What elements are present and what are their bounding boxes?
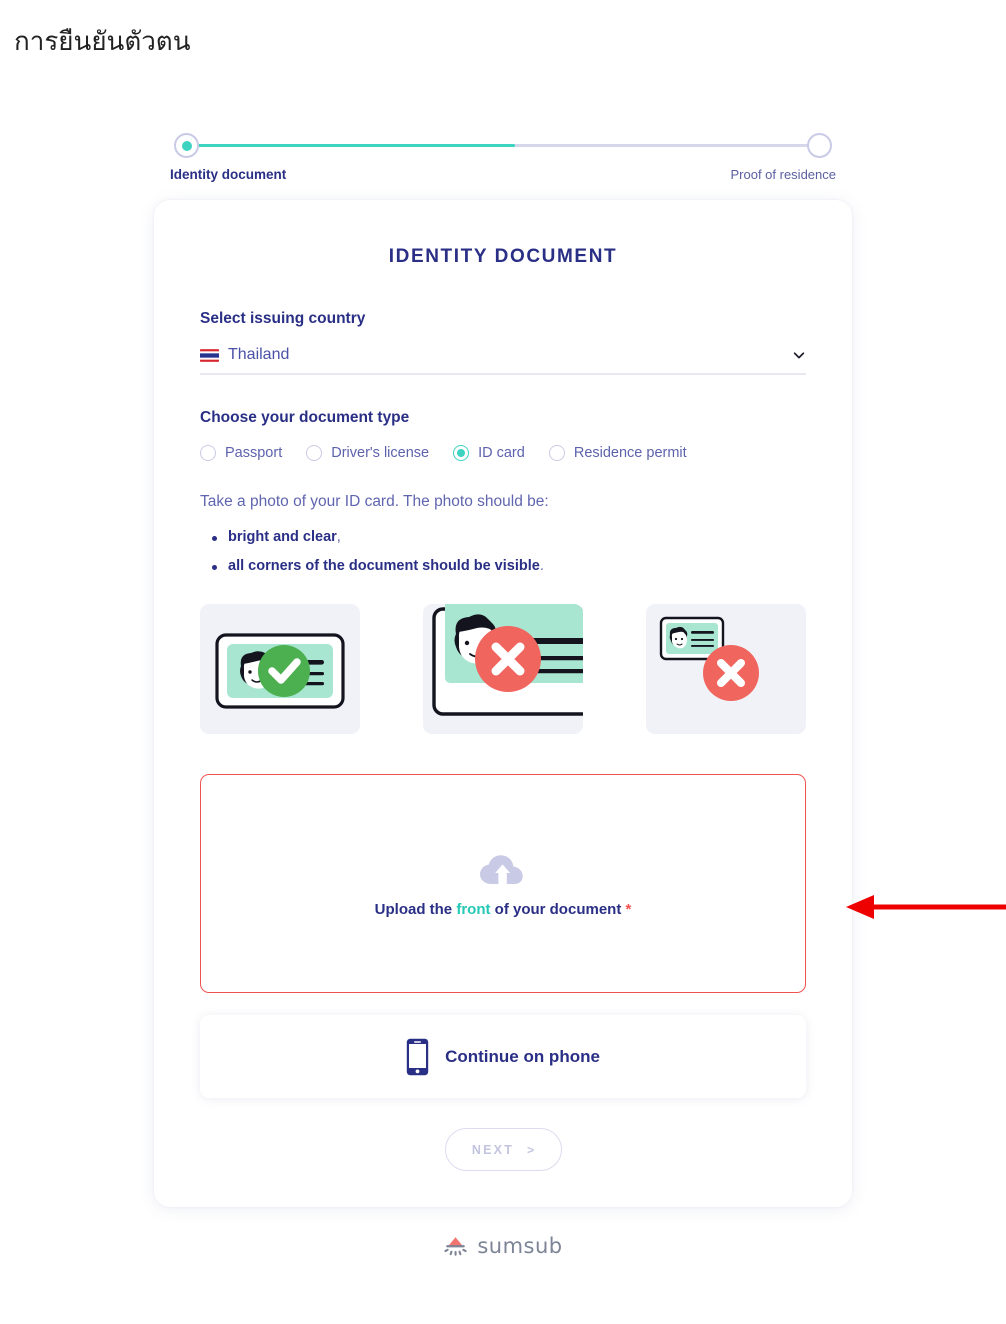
bad-cropped-illustration bbox=[432, 604, 583, 716]
radio-option-passport[interactable]: Passport bbox=[200, 445, 282, 461]
radio-mark-residence-permit bbox=[548, 445, 565, 461]
radio-label-id-card: ID card bbox=[478, 445, 525, 461]
required-asterisk: * bbox=[625, 900, 632, 918]
thailand-flag-icon bbox=[200, 348, 219, 362]
sumsub-footer: sumsub bbox=[0, 1234, 1006, 1258]
step-indicator-identity-document[interactable] bbox=[174, 133, 199, 158]
identity-document-card: IDENTITY DOCUMENT Select issuing country… bbox=[154, 200, 852, 1207]
continue-on-phone-button[interactable]: Continue on phone bbox=[200, 1015, 806, 1098]
radio-label-passport: Passport bbox=[225, 445, 283, 461]
verification-widget: Identity document Proof of residence IDE… bbox=[0, 110, 1006, 1258]
chevron-down-icon bbox=[793, 352, 805, 359]
bad-example-too-small-id-card bbox=[646, 604, 806, 734]
good-example-illustration bbox=[215, 633, 345, 709]
next-caret-icon: > bbox=[527, 1142, 535, 1157]
step-label-identity-document: Identity document bbox=[170, 167, 287, 182]
step-label-proof-of-residence: Proof of residence bbox=[730, 167, 836, 182]
photo-instruction-intro: Take a photo of your ID card. The photo … bbox=[200, 493, 549, 510]
upload-text-after: of your document bbox=[490, 900, 626, 918]
list-item: bright and clear, bbox=[210, 529, 806, 545]
bullet-bold-text: all corners of the document should be vi… bbox=[228, 558, 540, 574]
issuing-country-value: Thailand bbox=[228, 346, 290, 363]
page-title: การยืนยันตัวตน bbox=[14, 27, 191, 57]
bullet-bold-text: bright and clear bbox=[228, 529, 337, 545]
sumsub-logo-icon bbox=[444, 1236, 467, 1256]
bad-too-small-illustration bbox=[659, 616, 759, 701]
good-example-id-card bbox=[200, 604, 360, 734]
sumsub-logo-text: sumsub bbox=[477, 1234, 563, 1258]
screenshot-root: การยืนยันตัวตน Identity document Proof o… bbox=[0, 0, 1006, 1324]
cloud-upload-icon bbox=[480, 854, 523, 886]
radio-label-drivers-license: Driver's license bbox=[331, 445, 430, 461]
bad-example-cropped-id-card bbox=[423, 604, 583, 734]
stepper-track-fill bbox=[192, 144, 516, 147]
radio-mark-passport bbox=[200, 445, 216, 461]
stepper-track bbox=[192, 144, 814, 147]
card-heading: IDENTITY DOCUMENT bbox=[388, 246, 618, 267]
bullet-tail-text: . bbox=[539, 558, 544, 574]
radio-label-residence-permit: Residence permit bbox=[573, 445, 687, 461]
document-type-radio-group: Passport Driver's license ID card Reside… bbox=[200, 445, 806, 461]
document-type-field-label: Choose your document type bbox=[200, 409, 410, 426]
issuing-country-select[interactable]: Thailand bbox=[200, 346, 806, 375]
next-button-label: NEXT bbox=[471, 1142, 515, 1157]
next-button[interactable]: NEXT > bbox=[444, 1128, 562, 1171]
progress-stepper: Identity document Proof of residence bbox=[166, 110, 840, 182]
country-field-label: Select issuing country bbox=[200, 310, 366, 327]
upload-accent-word: front bbox=[456, 900, 491, 918]
upload-front-dropzone[interactable]: Upload the front of your document * bbox=[200, 774, 806, 993]
radio-option-id-card[interactable]: ID card bbox=[453, 445, 525, 461]
radio-option-drivers-license[interactable]: Driver's license bbox=[306, 445, 429, 461]
radio-option-residence-permit[interactable]: Residence permit bbox=[548, 445, 687, 461]
example-images-row bbox=[200, 604, 806, 734]
upload-text-before: Upload the bbox=[374, 900, 457, 918]
mobile-phone-icon bbox=[406, 1038, 429, 1075]
upload-instruction-text: Upload the front of your document * bbox=[375, 901, 632, 918]
step-indicator-proof-of-residence[interactable] bbox=[807, 133, 832, 158]
list-item: all corners of the document should be vi… bbox=[210, 558, 806, 574]
radio-mark-drivers-license bbox=[306, 445, 323, 461]
continue-on-phone-label: Continue on phone bbox=[445, 1046, 600, 1066]
step-active-dot bbox=[181, 140, 192, 151]
next-button-wrap: NEXT > bbox=[200, 1128, 806, 1171]
photo-requirements-list: bright and clear, all corners of the doc… bbox=[210, 529, 806, 574]
radio-mark-id-card bbox=[453, 445, 470, 461]
bullet-tail-text: , bbox=[336, 529, 341, 545]
